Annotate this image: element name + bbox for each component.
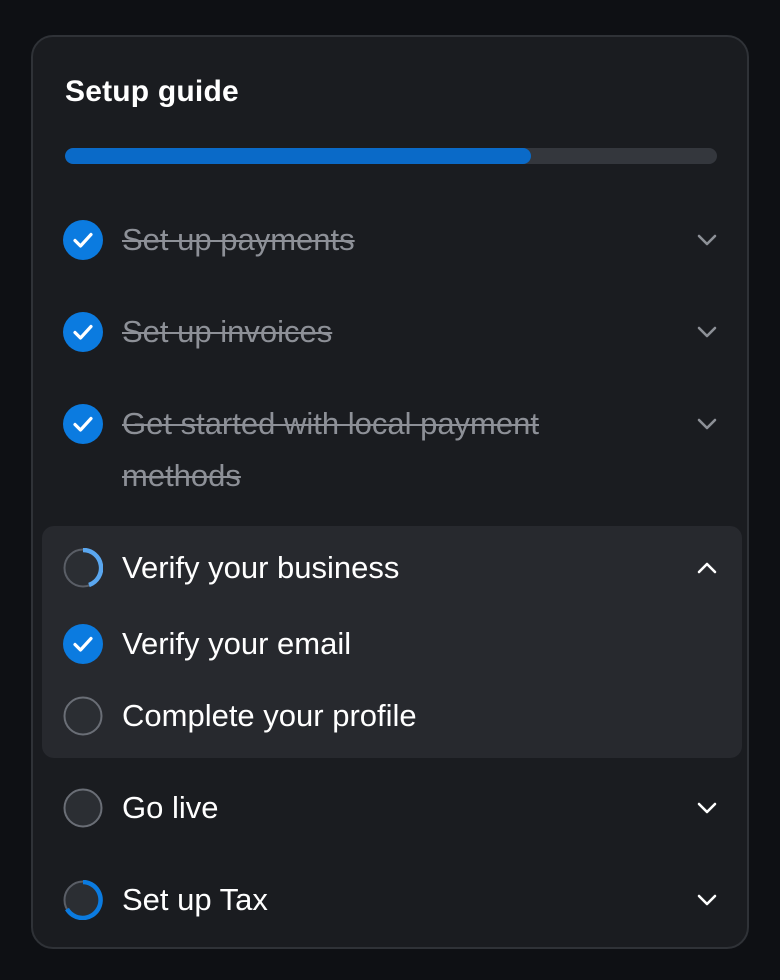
subtask-complete-profile[interactable]: Complete your profile [43,690,741,742]
task-label: Set up invoices [122,314,333,349]
task-label: Set up payments [122,222,355,257]
chevron-down-icon[interactable] [695,888,719,912]
setup-guide-title: Setup guide [65,75,239,108]
in-progress-ring-icon [63,547,104,588]
subtask-label: Complete your profile [122,698,417,733]
empty-circle-icon [63,696,103,736]
chevron-down-icon[interactable] [695,412,719,436]
task-label: Go live [122,790,219,825]
task-label: Set up Tax [122,882,268,917]
task-go-live[interactable]: Go live [43,780,741,836]
setup-progress-bar [65,148,717,164]
task-label: Get started with local payment methods [122,406,539,493]
chevron-down-icon[interactable] [695,796,719,820]
task-label: Verify your business [122,550,400,585]
setup-guide-card: Setup guide Set up payments Set up invoi… [31,35,749,949]
chevron-down-icon[interactable] [695,228,719,252]
task-set-up-tax[interactable]: Set up Tax [43,872,741,928]
subtask-verify-email[interactable]: Verify your email [43,618,741,670]
chevron-down-icon[interactable] [695,320,719,344]
empty-circle-icon [63,788,103,828]
task-set-up-invoices[interactable]: Set up invoices [43,304,741,360]
task-set-up-payments[interactable]: Set up payments [43,212,741,268]
check-circle-icon [63,404,103,444]
task-verify-your-business[interactable]: Verify your business [43,540,741,596]
check-circle-icon [63,220,103,260]
check-circle-icon [63,312,103,352]
subtask-label: Verify your email [122,626,352,661]
check-circle-icon [63,624,103,664]
task-local-payment-methods[interactable]: Get started with local payment methods [43,396,741,506]
chevron-up-icon[interactable] [695,556,719,580]
setup-progress-fill [65,148,531,164]
in-progress-ring-icon [63,879,103,921]
